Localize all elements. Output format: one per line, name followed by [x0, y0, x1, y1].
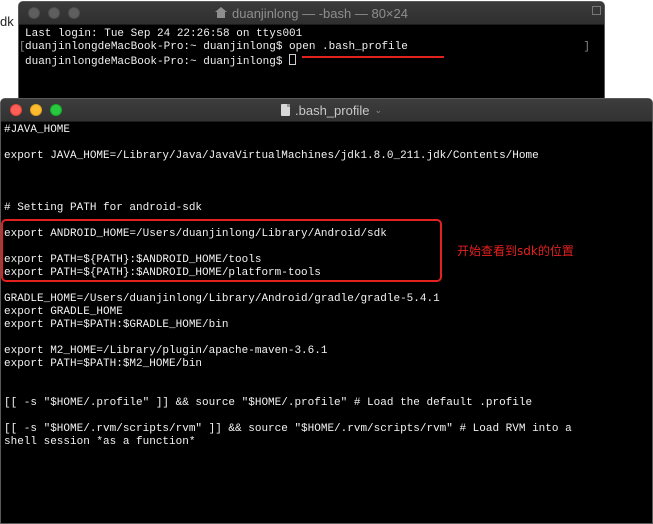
close-button[interactable] [28, 7, 40, 19]
document-icon [281, 104, 290, 116]
terminal-window-front[interactable]: .bash_profile ⌄ #JAVA_HOMEexport JAVA_HO… [0, 98, 653, 524]
annotation-text: 开始查看到sdk的位置 [457, 244, 574, 258]
bracket-left-icon: [ [19, 41, 26, 53]
window-title-text: .bash_profile [295, 102, 370, 118]
code-line: #JAVA_HOME [4, 124, 71, 136]
code-line: [[ -s "$HOME/.rvm/scripts/rvm" ]] && sou… [4, 423, 572, 435]
minimize-button[interactable] [30, 104, 42, 116]
code-line: export GRADLE_HOME [4, 306, 123, 318]
command-underline [302, 56, 444, 58]
scroll-indicator-icon[interactable] [592, 6, 601, 15]
window-controls [10, 104, 62, 116]
code-line: [[ -s "$HOME/.profile" ]] && source "$HO… [4, 397, 533, 409]
close-button[interactable] [10, 104, 22, 116]
window-title: duanjinlong — -bash — 80×24 [215, 6, 408, 21]
code-line: export PATH=$PATH:$GRADLE_HOME/bin [4, 319, 229, 331]
home-icon [215, 7, 227, 19]
window-title[interactable]: .bash_profile ⌄ [271, 103, 382, 118]
zoom-button[interactable] [68, 7, 80, 19]
minimize-button[interactable] [48, 7, 60, 19]
zoom-button[interactable] [50, 104, 62, 116]
highlight-box [1, 219, 442, 282]
chevron-down-icon[interactable]: ⌄ [374, 105, 382, 116]
code-line: # Setting PATH for android-sdk [4, 202, 203, 214]
terminal-window-back[interactable]: duanjinlong — -bash — 80×24 [ ] Last log… [18, 1, 605, 103]
background-partial-text: dk [0, 14, 14, 29]
terminal-line: Last login: Tue Sep 24 22:26:58 on ttys0… [25, 28, 303, 40]
terminal-output[interactable]: [ ] Last login: Tue Sep 24 22:26:58 on t… [19, 25, 604, 102]
titlebar[interactable]: duanjinlong — -bash — 80×24 [19, 2, 604, 25]
window-title-text: duanjinlong — -bash — 80×24 [232, 5, 408, 21]
prompt-text: duanjinlongdeMacBook-Pro:~ duanjinlong$ [25, 56, 290, 68]
file-content[interactable]: #JAVA_HOMEexport JAVA_HOME=/Library/Java… [1, 122, 652, 449]
code-line: shell session *as a function* [4, 436, 196, 448]
terminal-line: duanjinlongdeMacBook-Pro:~ duanjinlong$ … [25, 41, 408, 53]
cursor-icon [289, 54, 297, 65]
titlebar[interactable]: .bash_profile ⌄ [1, 99, 652, 122]
code-line: export M2_HOME=/Library/plugin/apache-ma… [4, 345, 328, 357]
window-controls [28, 7, 80, 19]
code-line: GRADLE_HOME=/Users/duanjinlong/Library/A… [4, 293, 440, 305]
bracket-right-icon: ] [583, 41, 590, 53]
code-line: export JAVA_HOME=/Library/Java/JavaVirtu… [4, 150, 539, 162]
code-line: export PATH=$PATH:$M2_HOME/bin [4, 358, 203, 370]
